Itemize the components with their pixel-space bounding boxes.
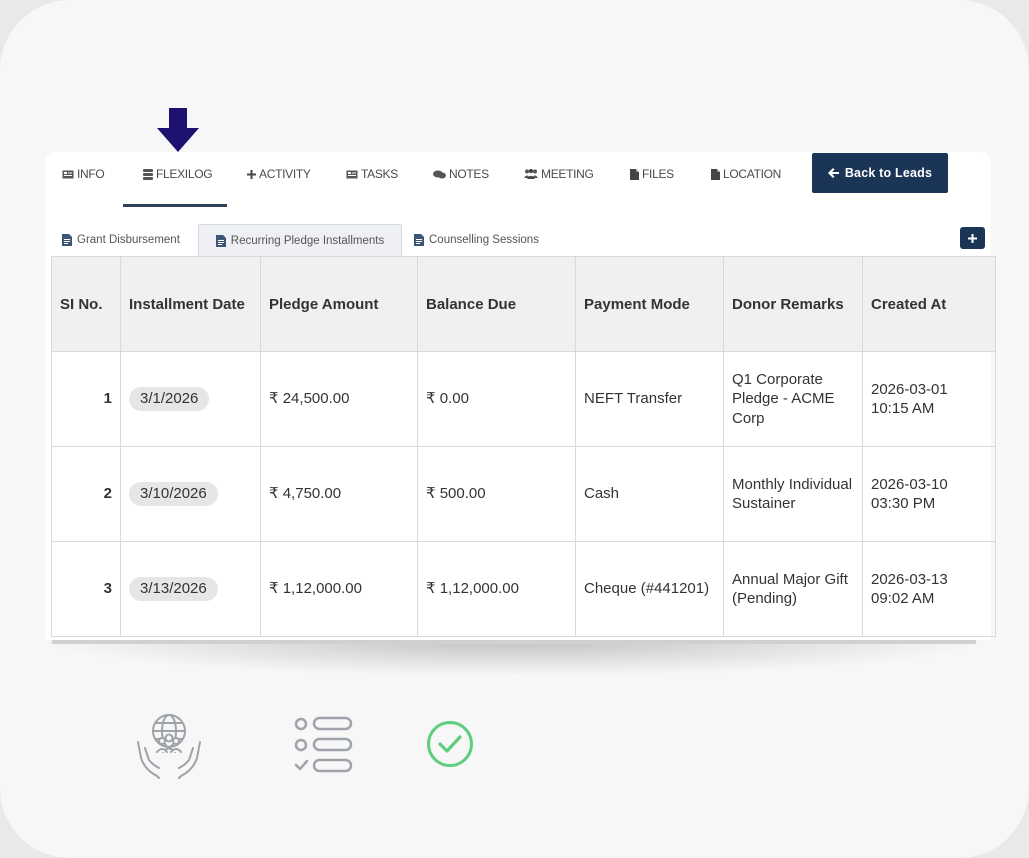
created-at: 2026-03-13 09:02 AM [862,541,996,637]
column-header[interactable]: Payment Mode [575,256,724,352]
pledge-amount: ₹ 4,750.00 [260,446,418,542]
tab-label: NOTES [449,167,489,181]
subtab-label: Recurring Pledge Installments [230,234,385,247]
tab-label: MEETING [541,167,594,181]
lead-details-card: INFO FLEXILOG ACTIVITY TASKS NOTES MEETI… [45,152,996,640]
si-number: 1 [51,351,121,447]
file-icon [630,168,639,180]
check-circle-icon [427,721,473,767]
balance-due: ₹ 500.00 [417,446,576,542]
tab-files[interactable]: FILES [630,164,674,184]
column-header[interactable]: Created At [862,256,996,352]
tab-label: FILES [642,167,674,181]
id-card-icon [346,170,358,178]
users-icon [524,169,538,179]
tab-label: ACTIVITY [259,167,311,181]
document-icon [215,234,226,247]
date-badge: 3/13/2026 [129,577,218,601]
installment-date-cell: 3/10/2026 [120,446,261,542]
checklist-icon [294,716,353,773]
table-row[interactable]: 3 3/13/2026 ₹ 1,12,000.00 ₹ 1,12,000.00 … [51,541,996,637]
tab-bar: INFO FLEXILOG ACTIVITY TASKS NOTES MEETI… [45,152,991,212]
pledge-installments-table: SI No. Installment Date Pledge Amount Ba… [51,256,996,637]
back-to-leads-label: Back to Leads [844,166,933,180]
arrow-left-icon [827,168,839,178]
tab-location[interactable]: LOCATION [711,164,781,184]
donor-remarks: Monthly Individual Sustainer [723,446,863,542]
column-header[interactable]: Donor Remarks [723,256,863,352]
table-row[interactable]: 2 3/10/2026 ₹ 4,750.00 ₹ 500.00 Cash Mon… [51,446,996,542]
arrow-down-icon [157,108,199,152]
app-frame: INFO FLEXILOG ACTIVITY TASKS NOTES MEETI… [0,0,1029,858]
table-header-row: SI No. Installment Date Pledge Amount Ba… [51,256,996,352]
comments-icon [433,170,446,178]
tab-tasks[interactable]: TASKS [346,164,398,184]
balance-due: ₹ 1,12,000.00 [417,541,576,637]
donor-remarks: Q1 Corporate Pledge - ACME Corp [723,351,863,447]
payment-mode: Cheque (#441201) [575,541,724,637]
subtab-bar: Grant Disbursement Recurring Pledge Inst… [45,224,991,258]
date-badge: 3/1/2026 [129,387,210,411]
card-shadow-edge [52,640,976,644]
subtab-recurring-pledge-installments[interactable]: Recurring Pledge Installments [198,224,402,256]
payment-mode: Cash [575,446,724,542]
subtab-counselling-sessions[interactable]: Counselling Sessions [414,224,539,256]
plus-icon [968,233,977,243]
table-row[interactable]: 1 3/1/2026 ₹ 24,500.00 ₹ 0.00 NEFT Trans… [51,351,996,447]
created-at: 2026-03-10 03:30 PM [862,446,996,542]
column-header[interactable]: Pledge Amount [260,256,418,352]
installment-date-cell: 3/1/2026 [120,351,261,447]
tab-meeting[interactable]: MEETING [524,164,594,184]
tab-label: INFO [77,167,105,181]
tab-label: LOCATION [723,167,782,181]
date-badge: 3/10/2026 [129,482,218,506]
back-to-leads-button[interactable]: Back to Leads [812,153,948,193]
balance-due: ₹ 0.00 [417,351,576,447]
column-header[interactable]: SI No. [51,256,121,352]
created-at: 2026-03-01 10:15 AM [862,351,996,447]
donor-remarks: Annual Major Gift (Pending) [723,541,863,637]
si-number: 2 [51,446,121,542]
document-icon [62,234,72,246]
add-record-button[interactable] [960,227,985,249]
pledge-amount: ₹ 1,12,000.00 [260,541,418,637]
plus-icon [247,169,256,179]
database-icon [143,168,153,180]
column-header[interactable]: Installment Date [120,256,261,352]
payment-mode: NEFT Transfer [575,351,724,447]
tab-flexilog[interactable]: FLEXILOG [143,164,213,184]
subtab-label: Counselling Sessions [429,234,539,246]
tab-activity[interactable]: ACTIVITY [247,164,311,184]
file-icon [711,168,720,180]
hands-globe-icon [137,714,201,779]
column-header[interactable]: Balance Due [417,256,576,352]
active-tab-indicator [123,204,227,207]
tab-label: TASKS [361,167,398,181]
subtab-label: Grant Disbursement [77,234,180,246]
tab-info[interactable]: INFO [62,164,105,184]
tab-notes[interactable]: NOTES [433,164,489,184]
id-card-icon [62,170,74,178]
tab-label: FLEXILOG [156,167,213,181]
subtab-grant-disbursement[interactable]: Grant Disbursement [62,224,180,256]
document-icon [414,234,424,246]
card-shadow [50,640,978,676]
installment-date-cell: 3/13/2026 [120,541,261,637]
pledge-amount: ₹ 24,500.00 [260,351,418,447]
si-number: 3 [51,541,121,637]
